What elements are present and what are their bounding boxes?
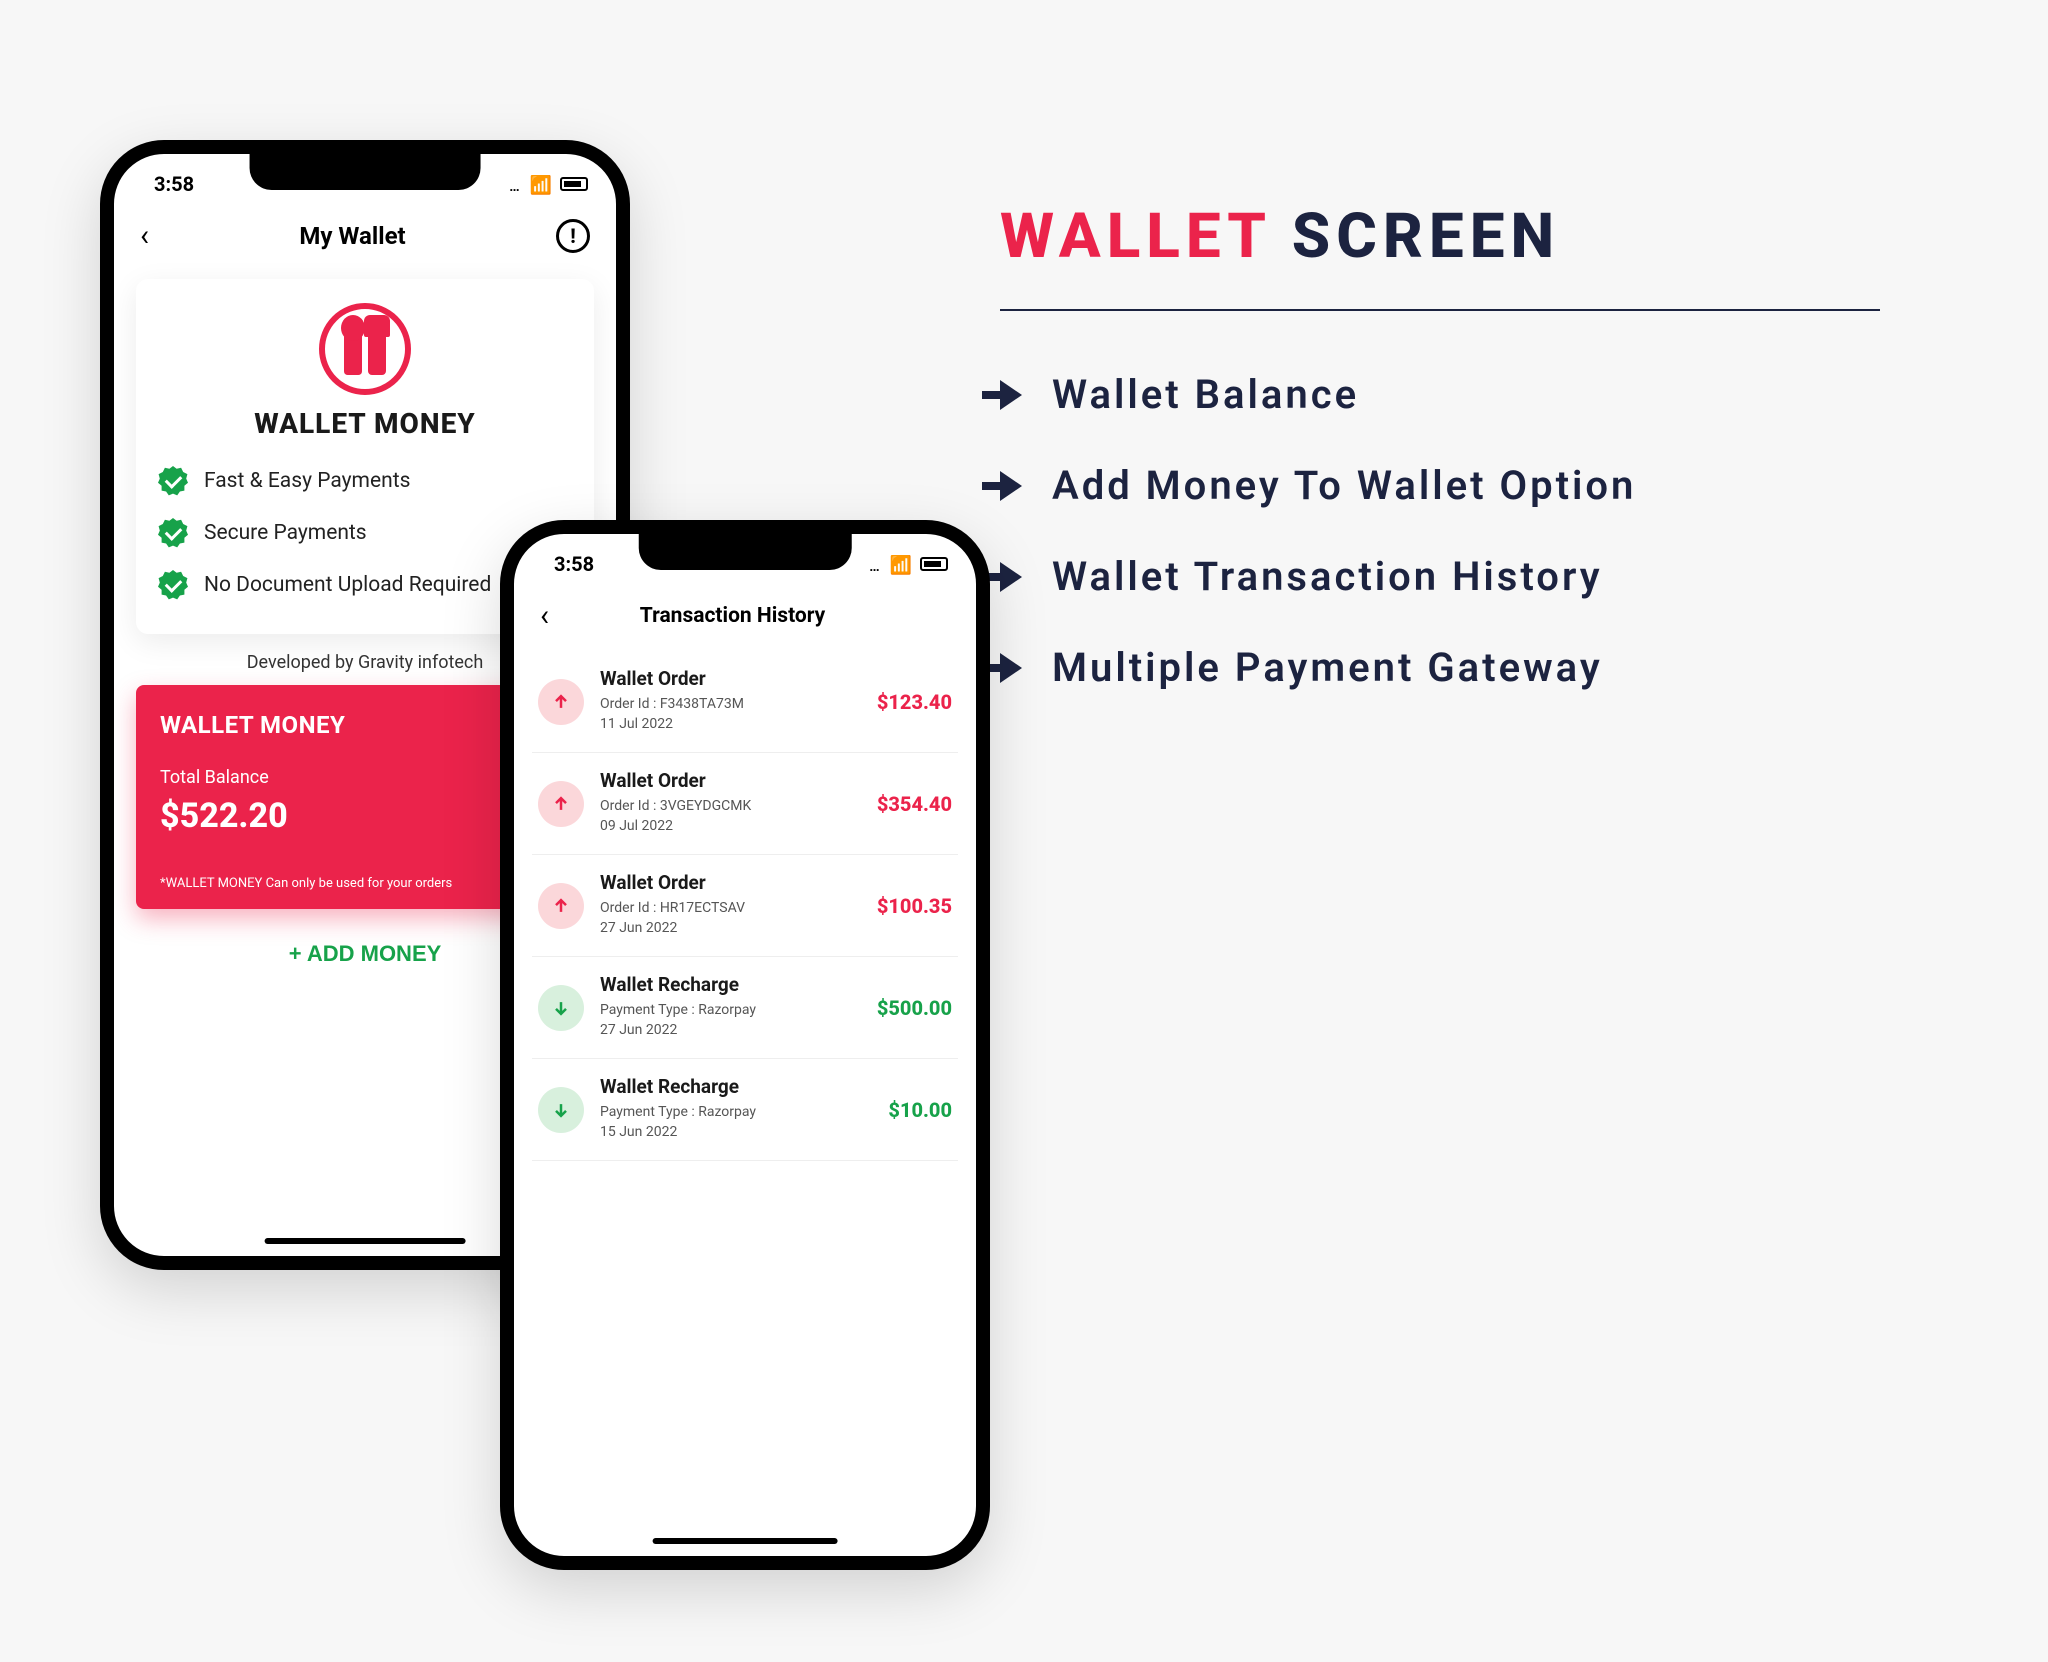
transaction-info: Wallet Order Order Id : F3438TA73M 11 Jul … (600, 667, 861, 736)
transaction-title: Wallet Order (600, 667, 861, 690)
home-indicator (265, 1238, 466, 1244)
check-badge-icon (158, 570, 188, 600)
cellular-icon (869, 552, 881, 576)
headline-accent: WALLET (1000, 200, 1270, 273)
transaction-amount: $10.00 (888, 1098, 952, 1122)
feature-item: Multiple Payment Gateway (1000, 644, 1980, 691)
benefit-item: Secure Payments (158, 518, 572, 548)
feature-label: Wallet Transaction History (1052, 553, 1603, 600)
feature-list: Wallet Balance Add Money To Wallet Optio… (1000, 371, 1980, 691)
arrow-right-icon (1000, 562, 1022, 592)
transaction-info: Wallet Order Order Id : HR17ECTSAV 27 Jun … (600, 871, 861, 940)
transaction-title: Wallet Recharge (600, 1075, 872, 1098)
arrow-down-icon (538, 1087, 584, 1133)
nav-bar: ‹ Transaction History (514, 580, 976, 651)
feature-label: Add Money To Wallet Option (1052, 462, 1636, 509)
transaction-info: Wallet Order Order Id : 3VGEYDGCMK 09 Jul … (600, 769, 861, 838)
phone-notch (250, 154, 481, 190)
status-icons (869, 552, 948, 576)
marketing-panel: WALLET SCREEN Wallet Balance Add Money T… (1000, 200, 1980, 735)
benefit-item: Fast & Easy Payments (158, 466, 572, 496)
home-indicator (653, 1538, 838, 1544)
transaction-date: 15 Jun 2022 (600, 1124, 872, 1140)
phone-transactions: 3:58 ‹ Transaction History Wallet Order O… (500, 520, 990, 1570)
headline-divider (1000, 309, 1880, 311)
arrow-right-icon (1000, 471, 1022, 501)
transaction-amount: $123.40 (877, 690, 952, 714)
phone-notch (639, 534, 852, 570)
transaction-subtitle: Payment Type : Razorpay (600, 1104, 872, 1120)
transaction-amount: $354.40 (877, 792, 952, 816)
status-time: 3:58 (154, 172, 194, 196)
arrow-up-icon (538, 679, 584, 725)
benefit-label: Secure Payments (204, 521, 367, 545)
arrow-right-icon (1000, 653, 1022, 683)
wifi-icon (530, 172, 552, 196)
transaction-amount: $100.35 (877, 894, 952, 918)
wallet-card-title: WALLET MONEY (254, 407, 476, 440)
battery-icon (920, 557, 948, 571)
transaction-amount: $500.00 (877, 996, 952, 1020)
back-button[interactable]: ‹ (140, 218, 149, 253)
headline-rest: SCREEN (1292, 200, 1560, 273)
transaction-subtitle: Order Id : 3VGEYDGCMK (600, 798, 861, 814)
transaction-subtitle: Order Id : HR17ECTSAV (600, 900, 861, 916)
transaction-subtitle: Payment Type : Razorpay (600, 1002, 861, 1018)
status-time: 3:58 (554, 552, 594, 576)
nav-bar: ‹ My Wallet ! (114, 200, 616, 271)
transaction-title: Wallet Recharge (600, 973, 861, 996)
feature-item: Wallet Balance (1000, 371, 1980, 418)
transaction-row[interactable]: Wallet Order Order Id : F3438TA73M 11 Jul … (532, 651, 958, 753)
benefit-label: Fast & Easy Payments (204, 469, 410, 493)
transaction-date: 27 Jun 2022 (600, 1022, 861, 1038)
app-logo-icon (319, 303, 411, 395)
arrow-right-icon (1000, 380, 1022, 410)
spoon-icon (344, 323, 362, 375)
benefit-label: No Document Upload Required (204, 573, 491, 597)
feature-label: Multiple Payment Gateway (1052, 644, 1603, 691)
transaction-list[interactable]: Wallet Order Order Id : F3438TA73M 11 Jul … (514, 651, 976, 1161)
check-badge-icon (158, 466, 188, 496)
status-icons (509, 172, 588, 196)
transaction-info: Wallet Recharge Payment Type : Razorpay 15… (600, 1075, 872, 1144)
transaction-row[interactable]: Wallet Order Order Id : 3VGEYDGCMK 09 Jul … (532, 753, 958, 855)
transaction-date: 09 Jul 2022 (600, 818, 861, 834)
headline: WALLET SCREEN (1000, 200, 1980, 273)
transaction-row[interactable]: Wallet Order Order Id : HR17ECTSAV 27 Jun … (532, 855, 958, 957)
arrow-up-icon (538, 781, 584, 827)
feature-item: Add Money To Wallet Option (1000, 462, 1980, 509)
page-title: Transaction History (640, 604, 825, 628)
page-title: My Wallet (299, 222, 405, 250)
wifi-icon (890, 552, 912, 576)
transaction-row[interactable]: Wallet Recharge Payment Type : Razorpay 27… (532, 957, 958, 1059)
arrow-down-icon (538, 985, 584, 1031)
info-button[interactable]: ! (556, 219, 590, 253)
back-button[interactable]: ‹ (540, 598, 549, 633)
arrow-up-icon (538, 883, 584, 929)
transaction-date: 27 Jun 2022 (600, 920, 861, 936)
feature-label: Wallet Balance (1052, 371, 1359, 418)
transaction-title: Wallet Order (600, 769, 861, 792)
cellular-icon (509, 172, 521, 196)
transaction-date: 11 Jul 2022 (600, 716, 861, 732)
check-badge-icon (158, 518, 188, 548)
transaction-info: Wallet Recharge Payment Type : Razorpay 27… (600, 973, 861, 1042)
fork-icon (368, 323, 386, 375)
transaction-subtitle: Order Id : F3438TA73M (600, 696, 861, 712)
transaction-row[interactable]: Wallet Recharge Payment Type : Razorpay 15… (532, 1059, 958, 1161)
transaction-title: Wallet Order (600, 871, 861, 894)
logo-block: WALLET MONEY (158, 303, 572, 440)
feature-item: Wallet Transaction History (1000, 553, 1980, 600)
battery-icon (560, 177, 588, 191)
